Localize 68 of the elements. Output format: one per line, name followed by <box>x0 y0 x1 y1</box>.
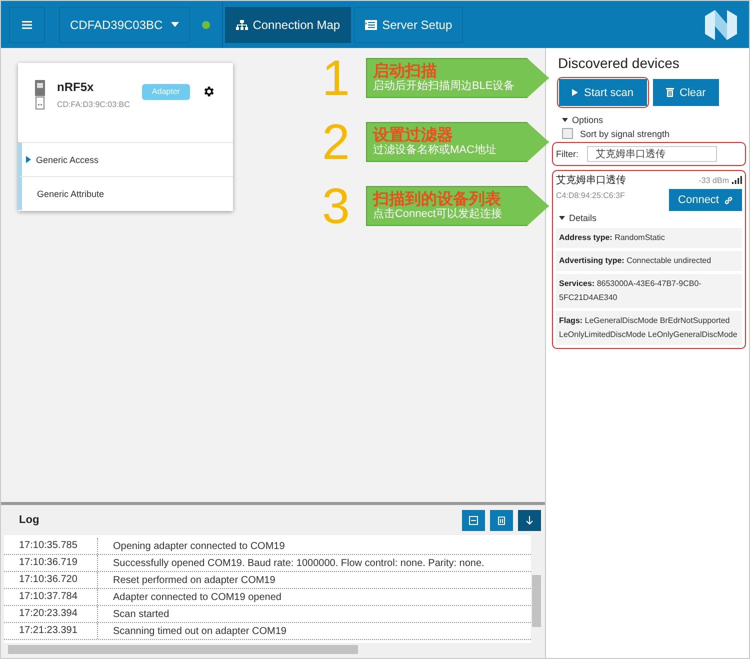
trash-icon <box>666 88 674 97</box>
adapter-address: CD:FA:D3:9C:03:BC <box>57 100 130 109</box>
log-time: 17:10:36.720 <box>4 572 98 588</box>
callout-title: 启动扫描 <box>372 62 438 80</box>
log-title: Log <box>19 514 40 526</box>
caret-icon <box>559 216 565 220</box>
down-arrow-icon <box>525 516 534 524</box>
device-name: 艾克姆串口透传 <box>556 174 627 187</box>
log-message: Scanning timed out on adapter COM19 <box>112 626 286 636</box>
log-time: 17:10:36.719 <box>4 555 98 571</box>
step-number: 3 <box>321 181 351 231</box>
autoscroll-button[interactable] <box>518 510 541 530</box>
clear-log-button[interactable] <box>490 510 513 530</box>
log-message: Scan started <box>112 608 170 620</box>
filter-field[interactable]: 艾克姆串口透传 <box>586 146 716 162</box>
detail-entry: Advertising type: Connectable undirected <box>556 251 742 271</box>
log-message: Adapter connected to COM19 opened <box>112 592 282 602</box>
start-scan-button[interactable]: Start scan <box>559 79 647 106</box>
step-number: 2 <box>321 117 351 167</box>
play-icon <box>572 89 578 96</box>
log-message: Reset performed on adapter COM19 <box>112 574 276 586</box>
log-time: 17:10:35.785 <box>4 538 98 554</box>
filter-label: Filter: <box>556 149 578 159</box>
minus-box-icon <box>469 516 478 524</box>
log-message: Successfully opened COM19. Baud rate: 1000000. Flow control: none. Parity: none. <box>112 558 484 568</box>
menu-icon <box>22 20 32 28</box>
signal-icon <box>732 176 742 184</box>
device-selector[interactable]: CDFAD39C03BC <box>59 6 190 42</box>
detail-entry: Flags: LeGeneralDiscMode BrEdrNotSupported LeOnlyLimitedDiscMode LeOnlyGeneralDiscMode <box>556 311 742 345</box>
nav-tab[interactable]: Server Setup <box>354 6 464 42</box>
usb-dongle-icon <box>35 80 45 110</box>
checkbox[interactable] <box>562 128 573 139</box>
step-number: 1 <box>321 53 351 103</box>
settings-icon[interactable] <box>202 85 215 98</box>
service-item[interactable]: Generic Access <box>18 142 233 176</box>
network-icon <box>236 20 248 30</box>
list-icon <box>365 20 378 30</box>
details-toggle[interactable]: Details <box>559 213 742 223</box>
callout-title: 扫描到的设备列表 <box>372 190 501 208</box>
adapter-badge: Adapter <box>142 84 190 100</box>
connect-button[interactable]: Connect <box>669 189 742 211</box>
menu-button[interactable] <box>9 6 45 42</box>
adapter-name: nRF5x <box>57 80 95 94</box>
nav-tab[interactable]: Connection Map <box>224 6 352 42</box>
options-toggle[interactable]: Options <box>562 115 746 125</box>
log-time: 17:21:23.391 <box>4 623 98 639</box>
caret-icon <box>562 118 568 122</box>
log-time: 17:10:37.784 <box>4 589 98 605</box>
panel-title: Discovered devices <box>558 55 680 71</box>
logo-icon <box>705 10 737 40</box>
signal-strength: -33 dBm <box>698 176 729 184</box>
checkbox-label: Sort by signal strength <box>580 128 670 138</box>
trash-icon <box>497 516 506 524</box>
device-address: C4:D8:94:25:C6:3F <box>556 191 625 200</box>
detail-entry: Address type: RandomStatic <box>556 228 742 248</box>
log-time: 17:20:23.394 <box>4 606 98 622</box>
callout-text: 点击Connect可以发起连接 <box>372 208 503 222</box>
caret-icon <box>170 22 179 27</box>
link-icon <box>724 196 733 204</box>
expand-arrow-icon <box>26 156 31 163</box>
callout-title: 设置过滤器 <box>372 126 454 144</box>
detail-entry: Services: 8653000A-43E6-47B7-9CB0-5FC21D4AE340 <box>556 274 742 308</box>
collapse-button[interactable] <box>462 510 485 530</box>
clear-button[interactable]: Clear <box>652 79 719 106</box>
service-item[interactable]: Generic Attribute <box>18 176 233 210</box>
callout-text: 过滤设备名称或MAC地址 <box>372 144 498 158</box>
callout-text: 启动后开始扫描周边BLE设备 <box>372 80 516 94</box>
log-message: Opening adapter connected to COM19 <box>112 540 285 552</box>
